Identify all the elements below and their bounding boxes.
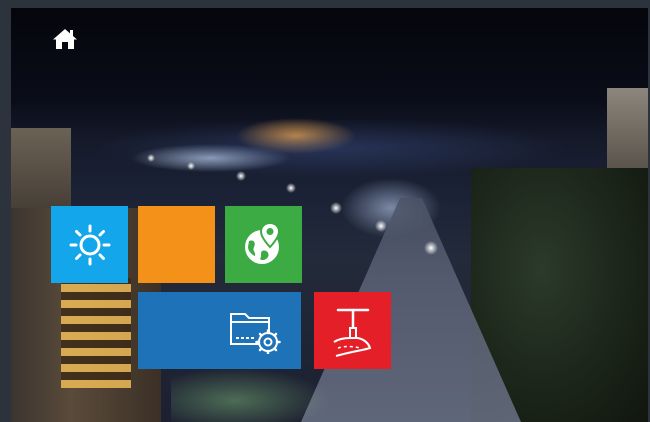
tile-files-settings[interactable]: [138, 292, 301, 369]
folder-settings-icon: [228, 306, 282, 354]
globe-map-pin-icon: [240, 221, 288, 269]
tile-lighting[interactable]: [51, 206, 128, 283]
building-right: [607, 88, 648, 168]
street-lamp-road-icon: [330, 304, 376, 358]
tile-street-lighting[interactable]: [314, 292, 391, 369]
garden-lights: [171, 368, 331, 422]
tile-map[interactable]: [225, 206, 302, 283]
building-left-windows: [61, 278, 131, 388]
home-icon[interactable]: [52, 27, 78, 51]
app-frame: [0, 0, 650, 422]
tile-orange[interactable]: [138, 206, 215, 283]
sun-icon: [68, 223, 112, 267]
